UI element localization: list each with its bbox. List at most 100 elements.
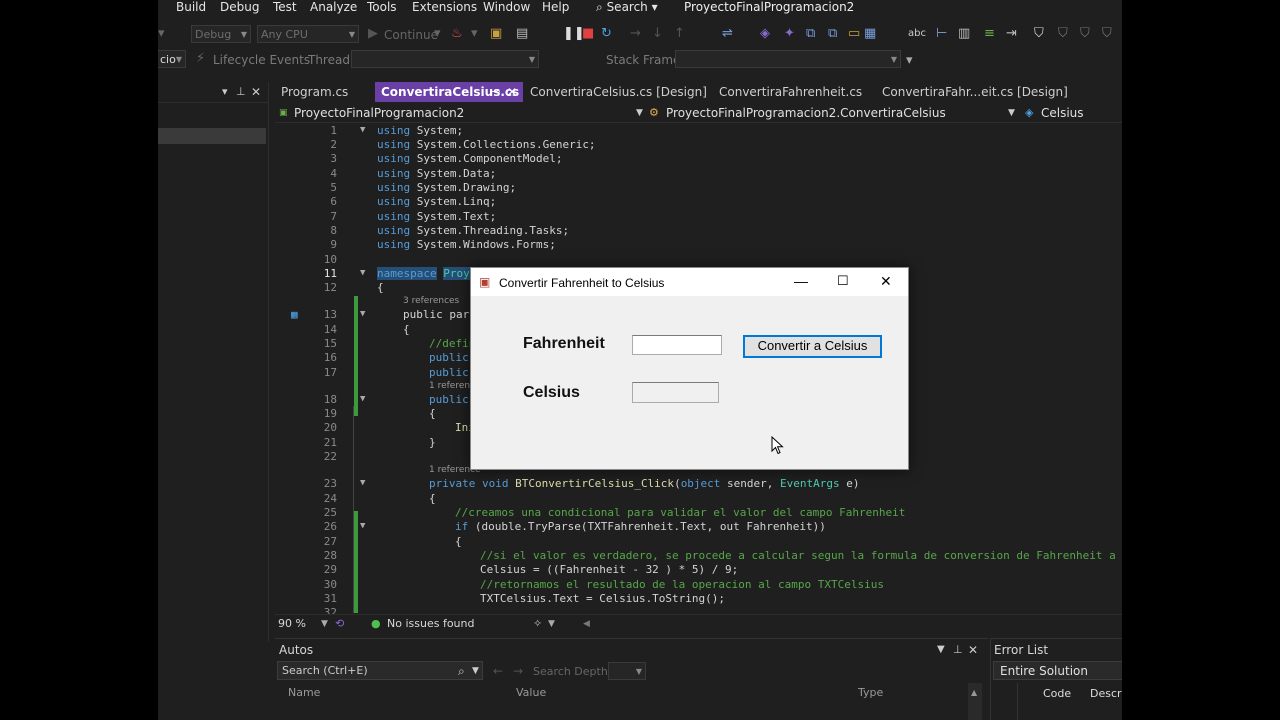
stop-icon[interactable]: ■ (582, 26, 594, 42)
collapse-icon[interactable]: ▼ (360, 268, 365, 278)
selected-row[interactable] (158, 128, 266, 144)
thread-combo[interactable]: ▼ (351, 50, 539, 68)
spellcheck-icon[interactable]: abc (908, 26, 926, 42)
bookmark-icon[interactable]: ⛉ (1102, 26, 1112, 42)
continue-button[interactable]: Continue (384, 27, 438, 43)
config-combo[interactable]: Debug ▼ (191, 25, 251, 43)
collapse-icon[interactable]: ▼ (360, 478, 365, 488)
restart-icon[interactable]: ↻ (601, 26, 612, 42)
tab-convertiracelsius-cs[interactable]: ConvertiraCelsius.cs ⊸ ✕ (375, 82, 523, 102)
dropdown-arrow-icon[interactable]: ▾ (906, 53, 913, 69)
chevron-down-icon[interactable]: ▼ (636, 105, 643, 121)
collapse-icon[interactable]: ▼ (360, 309, 365, 319)
scope-combo[interactable]: Entire Solution (993, 661, 1122, 680)
dropdown-arrow-icon[interactable]: ▾ (434, 26, 441, 42)
class-dropdown[interactable]: ProyectoFinalProgramacion2.ConvertiraCel… (666, 105, 946, 121)
chevron-down-icon[interactable]: ▼ (321, 616, 328, 632)
pin-icon[interactable]: ⊥ (236, 84, 246, 100)
column-type[interactable]: Type (858, 685, 883, 701)
menu-test[interactable]: Test (273, 0, 297, 14)
menu-window[interactable]: Window (483, 0, 530, 14)
step-out-icon[interactable]: ↑ (674, 26, 685, 42)
browse-icon[interactable]: ▣ (490, 26, 502, 42)
field-icon: ◈ (1025, 106, 1034, 119)
minimize-icon[interactable]: — (794, 273, 808, 289)
fahrenheit-input[interactable] (632, 335, 722, 355)
breakpoint-icon[interactable]: ⇌ (722, 26, 733, 42)
menu-tools[interactable]: Tools (367, 0, 397, 14)
pin-icon[interactable]: ⊸ (491, 82, 500, 102)
dropdown-arrow-icon[interactable]: ▾ (471, 26, 478, 42)
window-icon[interactable]: ⧉ (806, 26, 815, 42)
zoom-level[interactable]: 90 % (278, 616, 306, 632)
autos-scrollbar[interactable]: ▲ (968, 683, 982, 720)
diagnostic-icon[interactable]: ◈ (760, 26, 770, 42)
column-value[interactable]: Value (516, 685, 546, 701)
forward-icon[interactable]: → (513, 663, 523, 679)
platform-combo[interactable]: Any CPU ▼ (257, 25, 359, 43)
search-depth-combo[interactable]: ▼ (608, 662, 646, 680)
indent-icon[interactable]: ⇥ (1006, 26, 1017, 42)
codelens-references[interactable]: 3 references (403, 296, 459, 306)
align-icon[interactable]: ▥ (958, 26, 970, 42)
tab-convertirafahrenheit-design[interactable]: ConvertiraFahr...eit.cs [Design] (876, 82, 1074, 102)
tab-convertiracelsius-design[interactable]: ConvertiraCelsius.cs [Design] (524, 82, 713, 102)
copilot-icon[interactable]: ⟲ (335, 616, 344, 632)
scroll-up-icon[interactable]: ▲ (971, 685, 977, 701)
camera-icon[interactable]: ▭ (848, 26, 860, 42)
comment-icon[interactable]: ≡ (984, 26, 995, 42)
autos-search-input[interactable]: Search (Ctrl+E) ⌕ ▼ (277, 661, 483, 680)
dropdown-arrow-icon[interactable]: ▾ (222, 84, 228, 100)
bookmark-icon[interactable]: ⛉ (1034, 26, 1044, 42)
dialog-title-bar[interactable]: ▣ Convertir Fahrenheit to Celsius — ☐ ✕ (471, 268, 908, 296)
lifecycle-events-label[interactable]: Lifecycle Events (213, 52, 310, 68)
cleanup-icon[interactable]: ✧ (533, 616, 542, 632)
bookmark-icon[interactable]: ⛉ (1058, 26, 1068, 42)
menu-analyze[interactable]: Analyze (310, 0, 357, 14)
search-button[interactable]: ⌕ Search ▾ (596, 0, 658, 14)
pin-icon[interactable]: ⊥ (953, 642, 963, 658)
menu-build[interactable]: Build (176, 0, 206, 14)
scroll-left-icon[interactable]: ◀ (583, 616, 590, 632)
process-combo[interactable]: cio ▼ (158, 50, 186, 68)
column-description[interactable]: Descrip (1090, 686, 1122, 702)
close-icon[interactable]: ✕ (880, 273, 892, 289)
diagnostic-icon[interactable]: ✦ (784, 26, 795, 42)
close-icon[interactable]: ✕ (968, 642, 978, 658)
align-icon[interactable]: ⊢ (936, 26, 947, 42)
collapse-icon[interactable]: ▼ (360, 394, 365, 404)
maximize-icon[interactable]: ☐ (837, 273, 849, 289)
play-icon[interactable]: ▶ (368, 26, 378, 42)
celsius-output[interactable] (632, 382, 719, 403)
column-name[interactable]: Name (288, 685, 320, 701)
window-icon[interactable]: ⧉ (828, 26, 837, 42)
chevron-down-icon[interactable]: ▼ (548, 616, 555, 632)
menu-extensions[interactable]: Extensions (412, 0, 477, 14)
chevron-down-icon[interactable]: ▼ (1008, 105, 1015, 121)
collapse-icon[interactable]: ▼ (360, 521, 365, 531)
step-into-icon[interactable]: → (630, 26, 641, 42)
close-icon[interactable]: ✕ (507, 82, 517, 102)
tab-program-cs[interactable]: Program.cs (275, 82, 354, 102)
bookmark-icon[interactable]: ⛉ (1080, 26, 1090, 42)
back-icon[interactable]: ← (493, 663, 503, 679)
project-dropdown[interactable]: ProyectoFinalProgramacion2 (294, 105, 464, 121)
close-icon[interactable]: ✕ (251, 84, 261, 100)
dropdown-arrow-icon[interactable]: ▼ (937, 642, 945, 658)
layout-icon[interactable]: ▤ (516, 26, 528, 42)
column-code[interactable]: Code (1043, 686, 1071, 702)
member-dropdown[interactable]: Celsius (1041, 105, 1084, 121)
menu-debug[interactable]: Debug (220, 0, 259, 14)
menu-help[interactable]: Help (542, 0, 569, 14)
issues-status[interactable]: No issues found (387, 616, 474, 632)
collapse-icon[interactable]: ▼ (360, 125, 365, 135)
stack-frame-combo[interactable]: ▼ (675, 50, 901, 68)
hot-reload-icon[interactable]: ♨ (451, 26, 463, 42)
grid-icon[interactable]: ▦ (864, 26, 876, 42)
dropdown-arrow-icon[interactable]: ▾ (158, 26, 165, 42)
step-over-icon[interactable]: ↓ (652, 26, 663, 42)
tab-convertirafahrenheit-cs[interactable]: ConvertiraFahrenheit.cs (713, 82, 868, 102)
using-target: System.Collections.Generic; (416, 138, 596, 151)
convert-to-celsius-button[interactable]: Convertir a Celsius (743, 335, 882, 358)
column-divider (1017, 683, 1018, 720)
